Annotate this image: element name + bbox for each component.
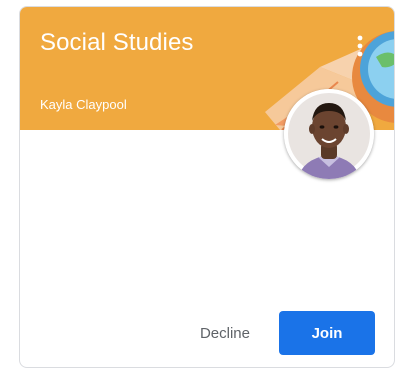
teacher-avatar [284,89,374,179]
more-vertical-icon[interactable] [355,33,365,59]
class-title[interactable]: Social Studies [40,29,194,57]
teacher-name: Kayla Claypool [40,97,127,112]
card-actions: Decline Join [186,311,375,355]
decline-button[interactable]: Decline [186,311,264,355]
class-card: Social Studies Kayla Claypool Decline Jo… [19,6,395,368]
join-button[interactable]: Join [279,311,375,355]
